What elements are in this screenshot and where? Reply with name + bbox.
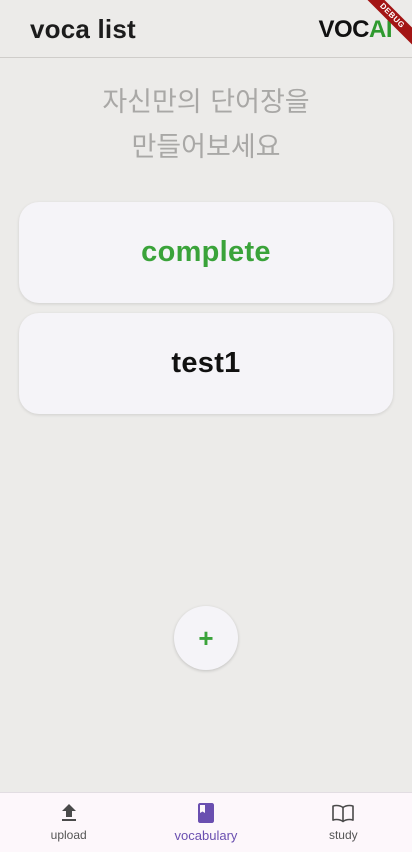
- bottom-navigation-bar: upload vocabulary study: [0, 792, 412, 852]
- voca-list-card-label: test1: [171, 347, 241, 379]
- page-title: voca list: [30, 14, 136, 44]
- intro-message: 자신만의 단어장을 만들어보세요: [0, 80, 412, 170]
- plus-icon: +: [198, 623, 214, 653]
- nav-item-upload[interactable]: upload: [0, 793, 137, 852]
- logo-voc-text: VOC: [318, 16, 369, 43]
- book-icon: [197, 803, 214, 823]
- app-logo: VOCAI: [318, 16, 392, 44]
- intro-message-line-1: 자신만의 단어장을: [102, 87, 310, 118]
- app-screen: voca list VOCAI DEBUG 자신만의 단어장을 만들어보세요 c…: [0, 0, 412, 852]
- voca-list-card-complete[interactable]: complete: [19, 202, 393, 303]
- voca-list-card-label: complete: [141, 236, 271, 268]
- intro-message-line-2: 만들어보세요: [131, 132, 281, 163]
- nav-item-label: vocabulary: [174, 828, 238, 843]
- logo-ai-text: AI: [369, 16, 393, 43]
- add-voca-list-button[interactable]: +: [174, 606, 238, 670]
- upload-icon: [61, 804, 76, 821]
- nav-item-study[interactable]: study: [275, 793, 412, 852]
- open-book-icon: [332, 804, 355, 823]
- nav-item-vocabulary[interactable]: vocabulary: [137, 793, 274, 852]
- app-bar: voca list VOCAI DEBUG: [0, 0, 412, 58]
- nav-item-label: upload: [50, 828, 87, 842]
- nav-item-label: study: [328, 828, 358, 842]
- voca-list-card-test1[interactable]: test1: [19, 313, 393, 414]
